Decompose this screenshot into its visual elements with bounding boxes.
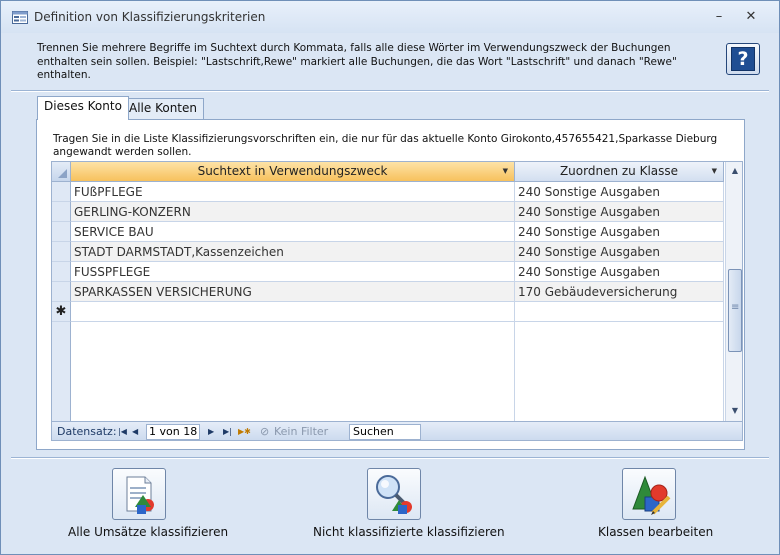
row-selector <box>52 322 71 421</box>
column-header-label: Suchtext in Verwendungszweck <box>197 164 388 178</box>
top-divider <box>11 90 769 92</box>
table-row[interactable]: FUßPFLEGE 240 Sonstige Ausgaben <box>52 182 724 202</box>
help-button[interactable]: ? <box>726 43 760 75</box>
rules-datasheet: Suchtext in Verwendungszweck ▼ Zuordnen … <box>51 161 743 441</box>
panel-description: Tragen Sie in die Liste Klassifizierungs… <box>53 133 718 158</box>
search-input[interactable]: Suchen <box>349 424 421 440</box>
empty-cell <box>71 322 515 421</box>
suchtext-cell[interactable]: SERVICE BAU <box>71 222 515 242</box>
table-row[interactable]: FUSSPFLEGE 240 Sonstige Ausgaben <box>52 262 724 282</box>
close-button[interactable]: ✕ <box>742 9 760 25</box>
empty-cell <box>515 322 724 421</box>
suchtext-cell[interactable]: SPARKASSEN VERSICHERUNG <box>71 282 515 302</box>
magnifier-classify-icon <box>376 475 412 514</box>
help-text: Trennen Sie mehrere Begriffe im Suchtext… <box>37 42 677 81</box>
shapes-edit-icon <box>632 475 671 515</box>
new-record-icon: ✱ <box>52 302 71 322</box>
row-selector[interactable] <box>52 202 71 222</box>
filter-status[interactable]: Kein Filter <box>274 425 328 438</box>
classify-all-button[interactable] <box>112 468 166 520</box>
row-selector[interactable] <box>52 262 71 282</box>
suchtext-cell[interactable] <box>71 302 515 322</box>
select-all-button[interactable] <box>52 162 71 182</box>
form-icon <box>12 11 28 24</box>
suchtext-cell[interactable]: GERLING-KONZERN <box>71 202 515 222</box>
chevron-down-icon[interactable]: ▼ <box>503 162 508 181</box>
scroll-up-icon[interactable]: ▲ <box>726 163 742 179</box>
tab-alle-konten[interactable]: Alle Konten <box>122 98 204 119</box>
column-header-klasse[interactable]: Zuordnen zu Klasse ▼ <box>515 162 724 182</box>
row-selector[interactable] <box>52 222 71 242</box>
vertical-scrollbar[interactable]: ▲ ▼ <box>725 162 742 421</box>
record-navigator: Datensatz: |◀ ◀ 1 von 18 ▶ ▶| ▶✱ ⊘ Kein … <box>52 421 742 440</box>
klasse-cell[interactable]: 170 Gebäudeversicherung <box>515 282 724 302</box>
column-header-suchtext[interactable]: Suchtext in Verwendungszweck ▼ <box>71 162 515 182</box>
navigator-label: Datensatz: <box>57 425 117 438</box>
classify-unclassified-button[interactable] <box>367 468 421 520</box>
klasse-cell[interactable]: 240 Sonstige Ausgaben <box>515 242 724 262</box>
table-row[interactable]: SERVICE BAU 240 Sonstige Ausgaben <box>52 222 724 242</box>
title-bar[interactable]: Definition von Klassifizierungskriterien… <box>1 1 779 33</box>
table-row[interactable]: SPARKASSEN VERSICHERUNG 170 Gebäudeversi… <box>52 282 724 302</box>
classify-all-label: Alle Umsätze klassifizieren <box>68 525 229 539</box>
row-selector[interactable] <box>52 242 71 262</box>
row-selector[interactable] <box>52 282 71 302</box>
klasse-cell[interactable]: 240 Sonstige Ausgaben <box>515 202 724 222</box>
suchtext-cell[interactable]: STADT DARMSTADT,Kassenzeichen <box>71 242 515 262</box>
scrollbar-thumb[interactable] <box>728 269 742 352</box>
column-header-label: Zuordnen zu Klasse <box>559 164 679 178</box>
klasse-cell[interactable]: 240 Sonstige Ausgaben <box>515 222 724 242</box>
tab-dieses-konto[interactable]: Dieses Konto <box>37 96 129 120</box>
edit-classes-button[interactable] <box>622 468 676 520</box>
dialog-window: Definition von Klassifizierungskriterien… <box>0 0 780 555</box>
window-title: Definition von Klassifizierungskriterien <box>34 10 266 24</box>
question-mark-icon: ? <box>731 47 755 71</box>
klasse-cell[interactable]: 240 Sonstige Ausgaben <box>515 182 724 202</box>
suchtext-cell[interactable]: FUSSPFLEGE <box>71 262 515 282</box>
suchtext-cell[interactable]: FUßPFLEGE <box>71 182 515 202</box>
scroll-down-icon[interactable]: ▼ <box>726 403 742 419</box>
new-record-nav-icon[interactable]: ▶✱ <box>238 427 251 436</box>
new-record-row[interactable]: ✱ <box>52 302 724 322</box>
empty-area <box>52 322 724 421</box>
table-row[interactable]: STADT DARMSTADT,Kassenzeichen 240 Sonsti… <box>52 242 724 262</box>
klasse-cell[interactable] <box>515 302 724 322</box>
document-classify-icon <box>126 476 154 514</box>
minimize-button[interactable]: – <box>710 9 728 25</box>
table-row[interactable]: GERLING-KONZERN 240 Sonstige Ausgaben <box>52 202 724 222</box>
chevron-down-icon[interactable]: ▼ <box>712 162 717 181</box>
row-selector[interactable] <box>52 182 71 202</box>
previous-record-icon[interactable]: ◀ <box>132 427 138 436</box>
next-record-icon[interactable]: ▶ <box>208 427 214 436</box>
last-record-icon[interactable]: ▶| <box>223 427 232 436</box>
edit-classes-label: Klassen bearbeiten <box>598 525 714 539</box>
klasse-cell[interactable]: 240 Sonstige Ausgaben <box>515 262 724 282</box>
filter-icon: ⊘ <box>260 425 270 438</box>
record-position-field[interactable]: 1 von 18 <box>146 424 200 440</box>
classify-unclassified-label: Nicht klassifizierte klassifizieren <box>313 525 505 539</box>
bottom-divider <box>11 457 769 459</box>
first-record-icon[interactable]: |◀ <box>118 427 127 436</box>
